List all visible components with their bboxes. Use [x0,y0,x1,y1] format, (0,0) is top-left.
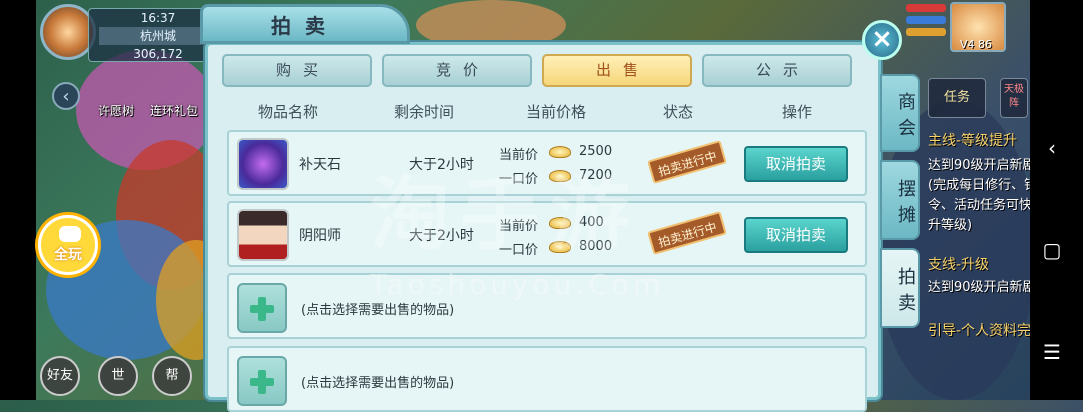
column-header-name: 物品名称 [258,103,319,121]
world-voice-button[interactable]: 世 [98,356,138,396]
npc-label-gift-pack[interactable]: 连环礼包 [150,102,198,119]
quanwan-label: 全玩 [54,247,82,263]
vip-badge: V4 [960,38,975,51]
quest-title[interactable]: 主线-等级提升 [928,130,1017,150]
panel-title: 拍卖 [271,14,339,38]
left-screen-border [0,0,36,400]
close-button[interactable]: × [862,20,902,60]
empty-sell-slot[interactable]: (点击选择需要出售的物品) [227,346,867,412]
player-level: V4 86 [960,38,992,51]
quanwan-badge[interactable]: 全玩 [38,215,98,275]
hp-bar [906,4,946,12]
npc-label-wish-tree[interactable]: 许愿树 [98,102,134,119]
item-name: 阴阳师 [299,228,341,244]
quest-desc: 升等级) [928,218,973,233]
city-info[interactable]: 16:37 杭州城 306,172 [40,4,228,62]
column-header-action: 操作 [782,103,813,121]
tab-bid[interactable]: 竞价 [382,54,532,87]
watermark-sub-text: Taoshouyou.Com [370,268,665,301]
plus-icon[interactable] [237,283,287,333]
friends-button[interactable]: 好友 [40,356,80,396]
side-tab-auction[interactable]: 拍卖 [880,248,920,328]
status-badge: 拍卖进行中 [647,210,727,256]
cancel-auction-button[interactable]: 取消拍卖 [744,146,848,182]
column-header-time: 剩余时间 [394,103,455,121]
quest-title[interactable]: 引导-个人资料完善 [928,320,1045,340]
column-header-price: 当前价格 [526,103,587,121]
level-number: 86 [978,38,993,51]
guild-voice-button[interactable]: 帮 [152,356,192,396]
collapse-arrow-icon[interactable]: ‹ [52,82,80,110]
item-name: 补天石 [299,157,341,173]
rage-bar [906,28,946,36]
tab-buy[interactable]: 购买 [222,54,372,87]
mp-bar [906,16,946,24]
gamepad-icon [59,226,81,242]
side-tab-stall[interactable]: 摆摊 [880,160,920,240]
empty-slot-hint: (点击选择需要出售的物品) [301,376,455,391]
side-tab-chamber[interactable]: 商会 [880,74,920,152]
quest-title[interactable]: 支线-升级 [928,254,989,274]
quest-button[interactable]: 任务 [928,78,986,118]
plus-icon[interactable] [237,356,287,406]
auction-tabs: 购买 竞价 出售 公示 [222,54,852,87]
tab-public[interactable]: 公示 [702,54,852,87]
watermark-text: 淘手游 [370,168,640,261]
status-badge: 拍卖进行中 [647,139,727,185]
back-nav-icon[interactable]: ‹ [1040,136,1064,160]
empty-slot-hint: (点击选择需要出售的物品) [301,303,455,318]
formation-badge[interactable]: 天极阵 [1000,78,1028,118]
onmyoji-portrait-icon [237,209,289,261]
cancel-auction-button[interactable]: 取消拍卖 [744,217,848,253]
purple-orb-icon [237,138,289,190]
menu-nav-icon[interactable]: ☰ [1040,340,1064,364]
column-header-status: 状态 [663,103,694,121]
tab-sell[interactable]: 出售 [542,54,692,87]
home-nav-icon[interactable]: ▢ [1040,238,1064,262]
